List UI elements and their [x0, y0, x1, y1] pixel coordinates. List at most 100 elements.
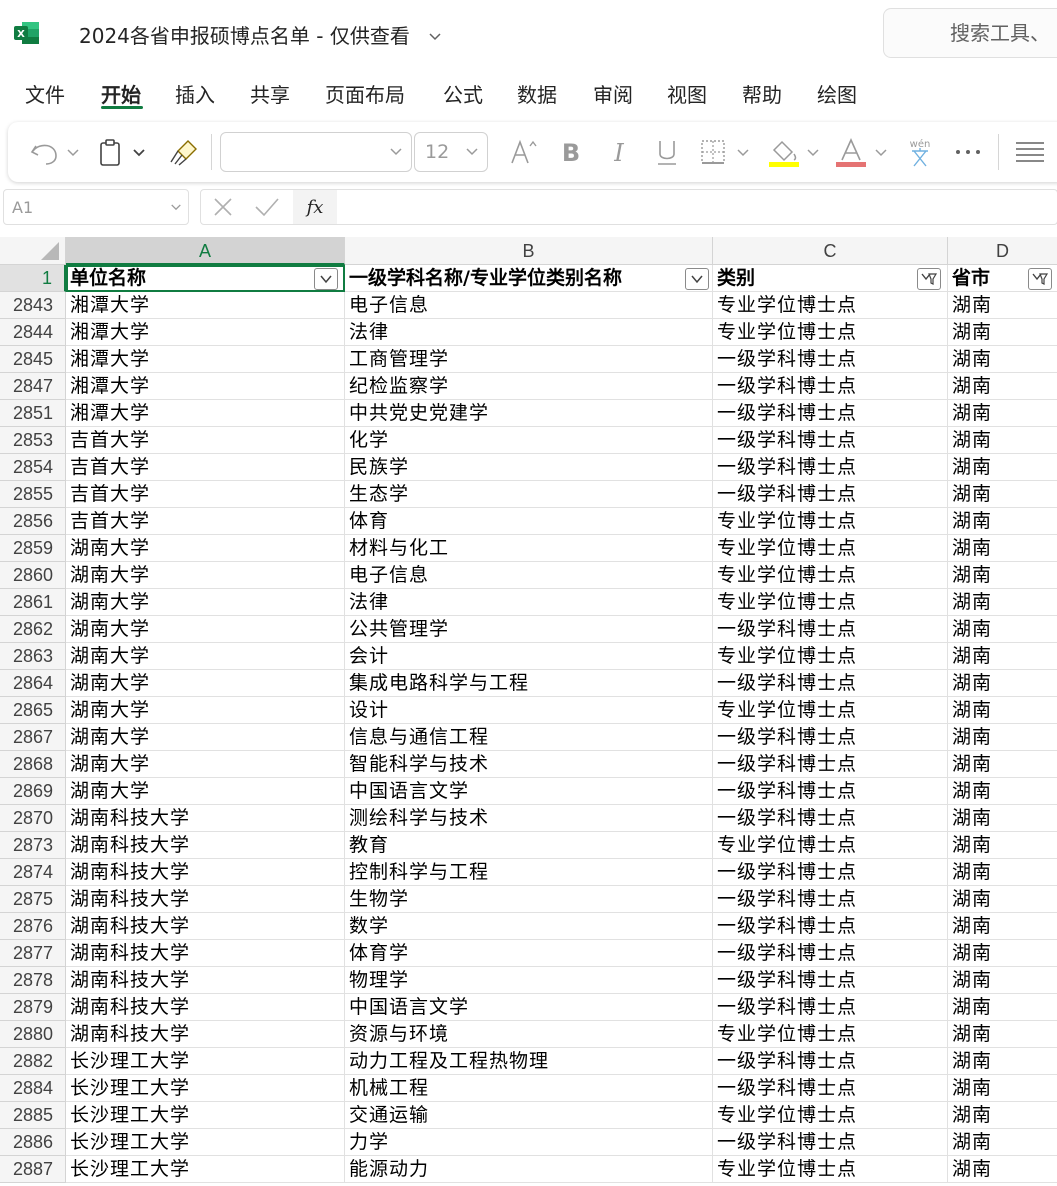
- bold-button[interactable]: B: [556, 136, 586, 168]
- table-cell[interactable]: 一级学科博士点: [713, 616, 948, 643]
- tab-insert[interactable]: 插入: [175, 79, 215, 108]
- table-cell[interactable]: 一级学科博士点: [713, 778, 948, 805]
- table-cell[interactable]: 湖南: [948, 805, 1057, 832]
- table-cell[interactable]: 湖南: [948, 400, 1057, 427]
- row-header[interactable]: 2859: [0, 535, 66, 562]
- table-cell[interactable]: 体育学: [345, 940, 713, 967]
- table-cell[interactable]: 湖南: [948, 481, 1057, 508]
- row-header[interactable]: 2885: [0, 1102, 66, 1129]
- table-cell[interactable]: 湖南: [948, 643, 1057, 670]
- row-header[interactable]: 2884: [0, 1075, 66, 1102]
- table-cell[interactable]: 工商管理学: [345, 346, 713, 373]
- table-cell[interactable]: 湖南: [948, 319, 1057, 346]
- row-header[interactable]: 2854: [0, 454, 66, 481]
- table-cell[interactable]: 力学: [345, 1129, 713, 1156]
- row-header[interactable]: 2873: [0, 832, 66, 859]
- paste-button[interactable]: [96, 136, 152, 168]
- table-cell[interactable]: 吉首大学: [66, 454, 345, 481]
- table-cell[interactable]: 湖南大学: [66, 562, 345, 589]
- table-cell[interactable]: 体育: [345, 508, 713, 535]
- column-header-b[interactable]: B: [345, 237, 713, 265]
- table-cell[interactable]: 湘潭大学: [66, 292, 345, 319]
- table-cell[interactable]: 湖南: [948, 724, 1057, 751]
- table-cell[interactable]: 一级学科博士点: [713, 400, 948, 427]
- tab-home[interactable]: 开始: [101, 79, 141, 108]
- table-cell[interactable]: 湖南科技大学: [66, 913, 345, 940]
- table-cell[interactable]: 专业学位博士点: [713, 562, 948, 589]
- table-cell[interactable]: 湖南: [948, 616, 1057, 643]
- column-header-c[interactable]: C: [713, 237, 948, 265]
- row-header[interactable]: 2843: [0, 292, 66, 319]
- row-header[interactable]: 2847: [0, 373, 66, 400]
- table-cell[interactable]: 一级学科博士点: [713, 724, 948, 751]
- table-cell[interactable]: 专业学位博士点: [713, 1021, 948, 1048]
- table-cell[interactable]: 中国语言文学: [345, 778, 713, 805]
- table-cell[interactable]: 湖南: [948, 994, 1057, 1021]
- row-header[interactable]: 2853: [0, 427, 66, 454]
- formula-input[interactable]: [339, 190, 1049, 224]
- table-cell[interactable]: 吉首大学: [66, 481, 345, 508]
- tab-data[interactable]: 数据: [517, 79, 557, 108]
- table-cell[interactable]: 湖南大学: [66, 616, 345, 643]
- cancel-button[interactable]: [201, 190, 245, 224]
- table-cell[interactable]: 专业学位博士点: [713, 643, 948, 670]
- table-cell[interactable]: 湖南科技大学: [66, 805, 345, 832]
- table-cell[interactable]: 法律: [345, 319, 713, 346]
- table-cell[interactable]: 能源动力: [345, 1156, 713, 1183]
- table-cell[interactable]: 湖南大学: [66, 724, 345, 751]
- table-cell[interactable]: 一级学科博士点: [713, 994, 948, 1021]
- font-size-dropdown[interactable]: 12: [414, 132, 488, 172]
- header-cell[interactable]: 单位名称: [66, 265, 345, 292]
- table-cell[interactable]: 专业学位博士点: [713, 508, 948, 535]
- table-cell[interactable]: 一级学科博士点: [713, 373, 948, 400]
- table-cell[interactable]: 一级学科博士点: [713, 805, 948, 832]
- table-cell[interactable]: 化学: [345, 427, 713, 454]
- row-header[interactable]: 2844: [0, 319, 66, 346]
- table-cell[interactable]: 专业学位博士点: [713, 1102, 948, 1129]
- row-header[interactable]: 2882: [0, 1048, 66, 1075]
- row-header[interactable]: 2861: [0, 589, 66, 616]
- table-cell[interactable]: 湖南: [948, 535, 1057, 562]
- row-header[interactable]: 2870: [0, 805, 66, 832]
- table-cell[interactable]: 湖南: [948, 589, 1057, 616]
- tab-page-layout[interactable]: 页面布局: [325, 79, 405, 108]
- borders-button[interactable]: [698, 136, 754, 168]
- row-header[interactable]: 2865: [0, 697, 66, 724]
- row-header[interactable]: 2851: [0, 400, 66, 427]
- table-cell[interactable]: 湖南: [948, 508, 1057, 535]
- table-cell[interactable]: 长沙理工大学: [66, 1075, 345, 1102]
- tab-share[interactable]: 共享: [250, 79, 290, 108]
- table-cell[interactable]: 湘潭大学: [66, 346, 345, 373]
- table-cell[interactable]: 长沙理工大学: [66, 1102, 345, 1129]
- table-cell[interactable]: 湖南科技大学: [66, 859, 345, 886]
- filter-dropdown-button[interactable]: [1028, 268, 1052, 290]
- table-cell[interactable]: 中共党史党建学: [345, 400, 713, 427]
- table-cell[interactable]: 湖南: [948, 1156, 1057, 1183]
- table-cell[interactable]: 吉首大学: [66, 508, 345, 535]
- underline-button[interactable]: [652, 136, 682, 168]
- row-header[interactable]: 2869: [0, 778, 66, 805]
- table-cell[interactable]: 民族学: [345, 454, 713, 481]
- table-cell[interactable]: 湖南大学: [66, 751, 345, 778]
- row-header[interactable]: 2880: [0, 1021, 66, 1048]
- tab-help[interactable]: 帮助: [742, 79, 782, 108]
- table-cell[interactable]: 湖南大学: [66, 778, 345, 805]
- table-cell[interactable]: 电子信息: [345, 562, 713, 589]
- table-cell[interactable]: 会计: [345, 643, 713, 670]
- font-color-button[interactable]: [834, 136, 894, 168]
- table-cell[interactable]: 生态学: [345, 481, 713, 508]
- row-header[interactable]: 2863: [0, 643, 66, 670]
- table-cell[interactable]: 湖南: [948, 670, 1057, 697]
- row-header[interactable]: 2855: [0, 481, 66, 508]
- table-cell[interactable]: 吉首大学: [66, 427, 345, 454]
- table-cell[interactable]: 物理学: [345, 967, 713, 994]
- row-header[interactable]: 2879: [0, 994, 66, 1021]
- row-header[interactable]: 2860: [0, 562, 66, 589]
- table-cell[interactable]: 湖南: [948, 778, 1057, 805]
- table-cell[interactable]: 专业学位博士点: [713, 832, 948, 859]
- table-cell[interactable]: 湖南: [948, 1129, 1057, 1156]
- table-cell[interactable]: 湖南: [948, 427, 1057, 454]
- table-cell[interactable]: 一级学科博士点: [713, 913, 948, 940]
- more-options-button[interactable]: [952, 136, 984, 168]
- table-cell[interactable]: 湘潭大学: [66, 400, 345, 427]
